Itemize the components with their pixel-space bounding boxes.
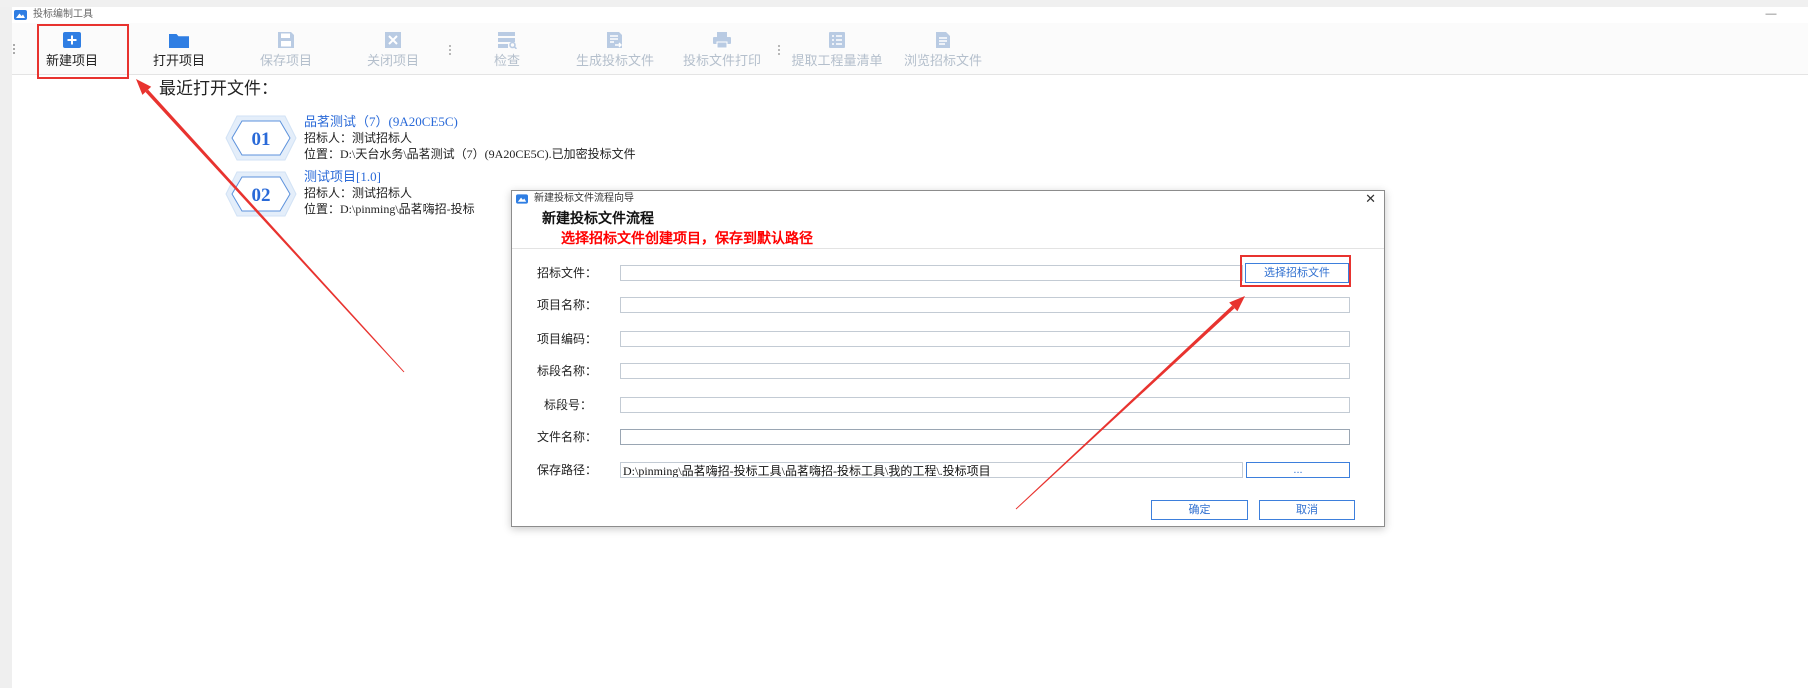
browse-tender-file-label: 浏览招标文件 [903, 53, 982, 68]
section-number-label: 标段号： [544, 398, 593, 412]
project-code-label: 项目编码： [537, 332, 598, 346]
number-badge: 01 [225, 115, 297, 161]
open-project-button[interactable]: 打开项目 [127, 25, 231, 75]
extract-quantity-list-button[interactable]: 提取工程量清单 [785, 25, 889, 75]
cancel-button[interactable]: 取消 [1259, 500, 1355, 520]
section-name-label: 标段名称： [537, 364, 598, 378]
generate-bid-file-button[interactable]: 生成投标文件 [563, 25, 667, 75]
file-name-input[interactable] [620, 429, 1350, 445]
screen-left-strip [0, 7, 12, 688]
toolbar-separator [778, 45, 780, 55]
recent-file-item[interactable]: 02 测试项目[1.0] 招标人：测试招标人 位置：D:\pinming\品茗嗨… [225, 169, 515, 221]
dialog-close-button[interactable]: ✕ [1365, 191, 1376, 207]
save-project-button[interactable]: 保存项目 [234, 25, 338, 75]
dialog-divider [512, 248, 1384, 249]
print-bid-file-label: 投标文件打印 [682, 53, 761, 68]
new-project-label: 新建项目 [45, 53, 98, 68]
save-icon [275, 31, 297, 49]
recent-file-location: 位置：D:\天台水务\品茗测试（7）(9A20CE5C).已加密投标文件 [304, 147, 636, 161]
recent-file-tenderer: 招标人：测试招标人 [304, 131, 413, 145]
badge-number: 01 [252, 129, 271, 150]
close-square-icon [382, 31, 404, 49]
recent-file-tenderer: 招标人：测试招标人 [304, 186, 413, 200]
recent-file-title[interactable]: 品茗测试（7）(9A20CE5C) [304, 114, 458, 129]
new-bid-wizard-dialog: 新建投标文件流程向导 ✕ 新建投标文件流程 选择招标文件创建项目，保存到默认路径… [511, 190, 1385, 527]
extract-quantity-list-label: 提取工程量清单 [791, 53, 883, 68]
check-button[interactable]: 检查 [455, 25, 559, 75]
minimize-button[interactable]: — [1762, 7, 1780, 21]
dialog-heading: 新建投标文件流程 [542, 210, 654, 226]
project-name-label: 项目名称： [537, 298, 598, 312]
recent-file-location: 位置：D:\pinming\品茗嗨招-投标 [304, 202, 475, 216]
open-project-label: 打开项目 [152, 53, 205, 68]
project-code-input[interactable] [620, 331, 1350, 347]
section-name-input[interactable] [620, 363, 1350, 379]
toolbar-separator [449, 45, 451, 55]
badge-number: 02 [252, 185, 271, 206]
generate-file-icon [604, 31, 626, 49]
recent-file-title[interactable]: 测试项目[1.0] [304, 169, 381, 184]
dialog-titlebar[interactable]: 新建投标文件流程向导 ✕ [512, 191, 1384, 207]
browse-tender-file-button[interactable]: 浏览招标文件 [891, 25, 995, 75]
number-badge: 02 [225, 171, 297, 217]
print-bid-file-button[interactable]: 投标文件打印 [670, 25, 774, 75]
close-project-button[interactable]: 关闭项目 [341, 25, 445, 75]
project-name-input[interactable] [620, 297, 1350, 313]
app-logo-icon [516, 194, 528, 204]
file-name-label: 文件名称： [537, 430, 598, 444]
tender-file-input[interactable] [620, 265, 1243, 281]
window-title: 投标编制工具 [33, 9, 93, 20]
section-number-input[interactable] [620, 397, 1350, 413]
recent-files-heading: 最近打开文件： [159, 79, 278, 98]
screen-top-strip [0, 0, 1808, 7]
toolbar-grip[interactable] [13, 44, 15, 54]
ok-button[interactable]: 确定 [1151, 500, 1248, 520]
recent-file-item[interactable]: 01 品茗测试（7）(9A20CE5C) 招标人：测试招标人 位置：D:\天台水… [225, 114, 636, 165]
printer-icon [711, 31, 733, 49]
plus-square-icon [61, 31, 83, 49]
folder-icon [168, 31, 190, 49]
dialog-title: 新建投标文件流程向导 [534, 193, 634, 204]
save-path-input[interactable] [620, 462, 1243, 478]
save-project-label: 保存项目 [259, 53, 312, 68]
tender-file-label: 招标文件： [537, 266, 598, 280]
save-path-label: 保存路径： [537, 463, 598, 477]
select-tender-file-button[interactable]: 选择招标文件 [1245, 263, 1349, 283]
document-icon [932, 31, 954, 49]
browse-path-button[interactable]: ... [1246, 462, 1350, 478]
close-project-label: 关闭项目 [366, 53, 419, 68]
check-label: 检查 [493, 53, 520, 68]
check-list-icon [496, 31, 518, 49]
list-icon [826, 31, 848, 49]
generate-bid-file-label: 生成投标文件 [575, 53, 654, 68]
app-logo-icon [14, 10, 27, 20]
new-project-button[interactable]: 新建项目 [20, 25, 124, 75]
dialog-instruction: 选择招标文件创建项目，保存到默认路径 [561, 230, 813, 246]
